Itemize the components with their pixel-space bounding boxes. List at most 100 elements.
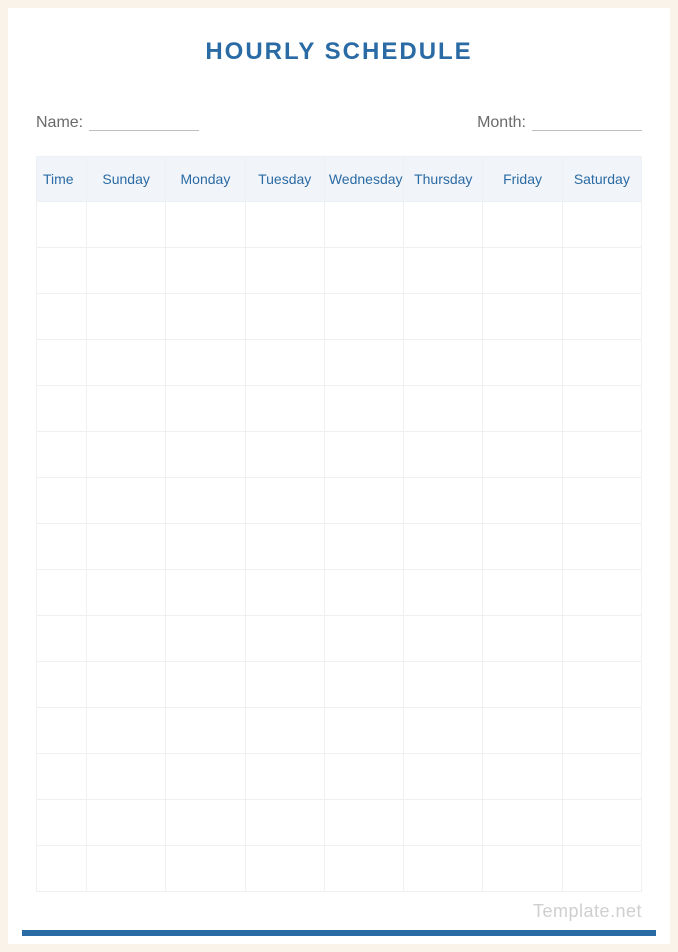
table-cell[interactable] [37, 616, 87, 662]
table-cell[interactable] [37, 800, 87, 846]
table-cell[interactable] [37, 846, 87, 892]
table-cell[interactable] [87, 708, 166, 754]
table-cell[interactable] [324, 754, 403, 800]
table-cell[interactable] [245, 570, 324, 616]
table-cell[interactable] [166, 478, 245, 524]
table-cell[interactable] [562, 294, 641, 340]
table-cell[interactable] [245, 248, 324, 294]
table-cell[interactable] [404, 248, 483, 294]
table-cell[interactable] [166, 570, 245, 616]
table-cell[interactable] [37, 708, 87, 754]
table-cell[interactable] [87, 754, 166, 800]
table-cell[interactable] [404, 846, 483, 892]
table-cell[interactable] [404, 386, 483, 432]
table-cell[interactable] [483, 524, 562, 570]
table-cell[interactable] [404, 800, 483, 846]
table-cell[interactable] [166, 754, 245, 800]
table-cell[interactable] [87, 294, 166, 340]
table-cell[interactable] [245, 846, 324, 892]
table-cell[interactable] [87, 478, 166, 524]
table-cell[interactable] [404, 570, 483, 616]
table-cell[interactable] [37, 340, 87, 386]
table-cell[interactable] [562, 432, 641, 478]
table-cell[interactable] [483, 616, 562, 662]
table-cell[interactable] [37, 248, 87, 294]
table-cell[interactable] [87, 248, 166, 294]
table-cell[interactable] [562, 248, 641, 294]
table-cell[interactable] [404, 616, 483, 662]
table-cell[interactable] [166, 708, 245, 754]
table-cell[interactable] [562, 340, 641, 386]
table-cell[interactable] [483, 340, 562, 386]
table-cell[interactable] [87, 386, 166, 432]
table-cell[interactable] [166, 340, 245, 386]
table-cell[interactable] [483, 846, 562, 892]
table-cell[interactable] [404, 754, 483, 800]
table-cell[interactable] [245, 294, 324, 340]
table-cell[interactable] [324, 800, 403, 846]
table-cell[interactable] [245, 754, 324, 800]
table-cell[interactable] [245, 340, 324, 386]
table-cell[interactable] [324, 340, 403, 386]
table-cell[interactable] [324, 708, 403, 754]
table-cell[interactable] [245, 524, 324, 570]
table-cell[interactable] [324, 616, 403, 662]
table-cell[interactable] [245, 662, 324, 708]
table-cell[interactable] [483, 708, 562, 754]
table-cell[interactable] [483, 662, 562, 708]
table-cell[interactable] [404, 708, 483, 754]
table-cell[interactable] [37, 294, 87, 340]
table-cell[interactable] [166, 616, 245, 662]
table-cell[interactable] [404, 202, 483, 248]
table-cell[interactable] [324, 524, 403, 570]
table-cell[interactable] [562, 708, 641, 754]
table-cell[interactable] [245, 708, 324, 754]
table-cell[interactable] [245, 478, 324, 524]
table-cell[interactable] [324, 386, 403, 432]
table-cell[interactable] [245, 800, 324, 846]
table-cell[interactable] [404, 340, 483, 386]
table-cell[interactable] [483, 386, 562, 432]
table-cell[interactable] [245, 432, 324, 478]
table-cell[interactable] [324, 662, 403, 708]
table-cell[interactable] [87, 340, 166, 386]
table-cell[interactable] [245, 616, 324, 662]
table-cell[interactable] [562, 754, 641, 800]
table-cell[interactable] [37, 432, 87, 478]
table-cell[interactable] [87, 846, 166, 892]
table-cell[interactable] [324, 846, 403, 892]
table-cell[interactable] [404, 524, 483, 570]
table-cell[interactable] [404, 294, 483, 340]
table-cell[interactable] [37, 754, 87, 800]
table-cell[interactable] [562, 570, 641, 616]
table-cell[interactable] [37, 386, 87, 432]
table-cell[interactable] [562, 662, 641, 708]
table-cell[interactable] [483, 570, 562, 616]
table-cell[interactable] [166, 294, 245, 340]
table-cell[interactable] [245, 202, 324, 248]
table-cell[interactable] [37, 202, 87, 248]
table-cell[interactable] [483, 800, 562, 846]
table-cell[interactable] [483, 202, 562, 248]
table-cell[interactable] [483, 432, 562, 478]
table-cell[interactable] [245, 386, 324, 432]
table-cell[interactable] [404, 478, 483, 524]
table-cell[interactable] [87, 202, 166, 248]
table-cell[interactable] [324, 478, 403, 524]
table-cell[interactable] [166, 248, 245, 294]
table-cell[interactable] [324, 294, 403, 340]
table-cell[interactable] [166, 386, 245, 432]
table-cell[interactable] [324, 202, 403, 248]
table-cell[interactable] [562, 202, 641, 248]
table-cell[interactable] [166, 846, 245, 892]
table-cell[interactable] [166, 524, 245, 570]
table-cell[interactable] [324, 570, 403, 616]
table-cell[interactable] [483, 478, 562, 524]
table-cell[interactable] [562, 478, 641, 524]
table-cell[interactable] [87, 616, 166, 662]
table-cell[interactable] [324, 248, 403, 294]
table-cell[interactable] [87, 570, 166, 616]
table-cell[interactable] [87, 662, 166, 708]
table-cell[interactable] [562, 846, 641, 892]
table-cell[interactable] [562, 800, 641, 846]
